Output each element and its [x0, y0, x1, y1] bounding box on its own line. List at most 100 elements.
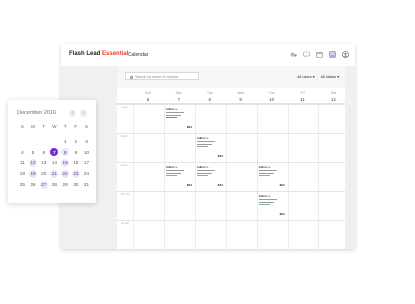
mini-calendar-days: 1 2 3 4 5 6 7 8 9 10 11 12 13 14 15 16 17 18 19 20 21 22 23 24 2…	[17, 136, 92, 190]
user-avatar-icon[interactable]	[342, 51, 349, 58]
calendar-event[interactable]: Adhoc s. $34	[165, 165, 192, 187]
day-number: 24	[83, 171, 90, 177]
day-number: 29	[62, 182, 68, 188]
day-number: 19	[29, 169, 38, 178]
nav-calendar[interactable]: Calendar	[128, 52, 148, 58]
day-number: 5	[31, 149, 35, 155]
day-cell[interactable]: 24	[81, 168, 92, 179]
day-number: 11	[19, 160, 25, 166]
event-amount: $34	[217, 183, 223, 187]
day-cell[interactable]: 6	[38, 147, 49, 158]
day-number: 3	[85, 138, 88, 144]
brand-main: Flash Lead	[69, 51, 101, 57]
calendar-icon[interactable]	[316, 51, 323, 58]
day-cell[interactable]: 21	[49, 168, 60, 179]
hour-line	[117, 104, 345, 105]
day-cell[interactable]: 12	[28, 158, 39, 169]
brand-logo[interactable]: Flash Lead Essential	[69, 51, 128, 57]
day-cell[interactable]: 14	[49, 158, 60, 169]
event-detail-line	[165, 117, 177, 119]
day-column-line	[256, 104, 258, 249]
day-cell[interactable]: 20	[38, 168, 49, 179]
day-number: 12	[29, 158, 38, 167]
day-cell[interactable]: 3	[81, 136, 92, 147]
filter-users-dropdown[interactable]: All users ▾	[297, 74, 315, 79]
day-cell[interactable]: 9	[70, 147, 81, 158]
day-header-0[interactable]: Sun 6	[133, 91, 163, 102]
calendar-event[interactable]: Adhoc s. $34	[196, 165, 223, 187]
day-cell[interactable]: 11	[17, 158, 28, 169]
day-number: 21	[50, 169, 59, 178]
day-cell[interactable]: 18	[17, 168, 28, 179]
day-cell[interactable]: 23	[70, 168, 81, 179]
day-header-1[interactable]: Mon 7	[164, 91, 194, 102]
day-cell[interactable]: 16	[70, 158, 81, 169]
day-column-line	[318, 104, 320, 249]
day-cell[interactable]: 2	[70, 136, 81, 147]
event-detail-line	[165, 170, 184, 172]
empty-day-cell	[49, 136, 60, 147]
day-cell[interactable]: 31	[81, 179, 92, 190]
day-cell[interactable]: 4	[17, 147, 28, 158]
stage: Flash Lead Essential Calendar Search by …	[0, 0, 415, 304]
prev-month-icon[interactable]: ‹	[69, 110, 76, 117]
filter-status-label: All status	[320, 75, 337, 79]
day-cell[interactable]: 30	[70, 179, 81, 190]
day-number: 30	[73, 182, 79, 188]
day-column-line	[163, 104, 165, 249]
event-detail-line	[258, 204, 270, 206]
day-cell[interactable]: 28	[49, 179, 60, 190]
day-header-6[interactable]: Sat 12	[318, 91, 348, 102]
day-cell[interactable]: 25	[17, 179, 28, 190]
day-number: 8	[61, 148, 70, 157]
screen-icon[interactable]	[329, 51, 336, 58]
day-number: 8	[208, 97, 212, 102]
status-dots-icon[interactable]	[290, 51, 297, 58]
day-cell[interactable]: 27	[38, 179, 49, 190]
calendar-event[interactable]: Adhoc s. $34	[196, 136, 223, 158]
day-number: 16	[73, 160, 79, 166]
day-cell[interactable]: 29	[60, 179, 71, 190]
chat-icon[interactable]	[303, 51, 310, 58]
event-detail-line	[258, 170, 277, 172]
day-header-4[interactable]: Thu 10	[257, 91, 287, 102]
calendar-event[interactable]: Adhoc s. $34	[258, 194, 285, 216]
next-month-icon[interactable]: ›	[80, 110, 87, 117]
day-cell[interactable]: 5	[28, 147, 39, 158]
day-number: 15	[61, 158, 70, 167]
filter-status-dropdown[interactable]: All status ▾	[321, 74, 339, 79]
event-title: Adhoc s.	[196, 165, 209, 169]
day-column-line	[349, 104, 351, 249]
calendar-event[interactable]: Adhoc s. $34	[165, 107, 192, 129]
day-cell[interactable]: 19	[28, 168, 39, 179]
day-number: 2	[74, 138, 78, 144]
calendar-event[interactable]: Adhoc s. $34	[258, 165, 285, 187]
day-cell[interactable]: 13	[38, 158, 49, 169]
day-cell[interactable]: 22	[60, 168, 71, 179]
day-cell[interactable]: 1	[60, 136, 71, 147]
day-name: Fri	[300, 91, 305, 95]
event-amount: $34	[186, 183, 192, 187]
day-header-5[interactable]: Fri 11	[288, 91, 318, 102]
day-name: Tue	[206, 91, 213, 95]
event-detail-line	[165, 172, 181, 174]
day-name: Thu	[268, 91, 275, 95]
event-detail-line	[258, 175, 270, 177]
day-cell[interactable]: 26	[28, 179, 39, 190]
day-number: 9	[74, 149, 78, 155]
event-detail-line	[196, 175, 208, 177]
day-cell[interactable]: 15	[60, 158, 71, 169]
event-amount: $34	[186, 125, 192, 129]
day-cell[interactable]: 17	[81, 158, 92, 169]
day-cell[interactable]: 7	[49, 147, 60, 158]
day-number: 13	[41, 160, 47, 166]
event-detail-line	[258, 172, 274, 174]
day-number: 7	[50, 148, 59, 157]
search-input[interactable]: Search by name or number	[125, 72, 199, 80]
day-header-2[interactable]: Tue 8	[195, 91, 225, 102]
day-header-3[interactable]: Wed 9	[226, 91, 256, 102]
day-number: 25	[19, 182, 25, 188]
day-cell[interactable]: 8	[60, 147, 71, 158]
day-cell[interactable]: 10	[81, 147, 92, 158]
event-detail-line	[258, 201, 274, 203]
